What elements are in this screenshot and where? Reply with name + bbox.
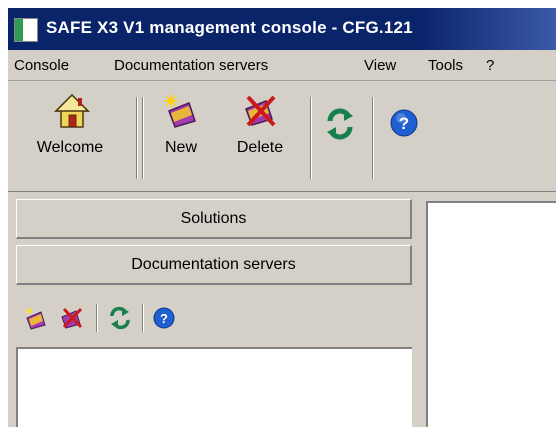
servers-list[interactable] <box>16 347 412 427</box>
navigation-panel: Solutions Documentation servers ? <box>8 193 418 427</box>
toolbar-separator <box>96 304 98 332</box>
main-toolbar: Welcome New Delete ? <box>8 81 556 192</box>
new-button[interactable]: New <box>152 91 210 167</box>
menu-view[interactable]: View <box>364 57 396 74</box>
panel-toolbar: ? <box>16 298 412 338</box>
new-book-icon[interactable] <box>24 306 48 330</box>
refresh-icon <box>326 107 354 141</box>
help-icon: ? <box>390 109 418 137</box>
help-icon[interactable]: ? <box>152 306 176 330</box>
app-icon <box>14 18 38 42</box>
toolbar-separator <box>136 97 138 179</box>
svg-text:?: ? <box>160 311 168 326</box>
title-bar[interactable]: SAFE X3 V1 management console - CFG.121 <box>8 8 556 50</box>
menu-tools[interactable]: Tools <box>428 57 463 74</box>
toolbar-separator <box>142 97 144 179</box>
toolbar-separator <box>372 97 374 179</box>
delete-label: Delete <box>236 139 284 156</box>
refresh-icon[interactable] <box>108 306 132 330</box>
menu-help[interactable]: ? <box>486 57 494 74</box>
new-label: New <box>164 139 197 156</box>
toolbar-separator <box>142 304 144 332</box>
delete-book-icon <box>242 93 278 129</box>
menu-bar: Console Documentation servers View Tools… <box>8 50 556 81</box>
documentation-servers-button[interactable]: Documentation servers <box>16 245 412 285</box>
menu-documentation-servers[interactable]: Documentation servers <box>114 57 268 74</box>
menu-console[interactable]: Console <box>14 57 69 74</box>
refresh-button[interactable] <box>320 91 360 167</box>
new-book-icon <box>163 93 199 129</box>
toolbar-separator <box>310 97 312 179</box>
delete-book-icon[interactable] <box>60 306 84 330</box>
solutions-button[interactable]: Solutions <box>16 199 412 239</box>
home-icon <box>54 93 90 129</box>
help-button[interactable]: ? <box>382 91 426 167</box>
welcome-button[interactable]: Welcome <box>18 91 122 167</box>
delete-button[interactable]: Delete <box>222 91 298 167</box>
svg-text:?: ? <box>399 114 409 133</box>
detail-pane[interactable] <box>426 201 556 427</box>
content-area: Solutions Documentation servers ? <box>8 193 556 427</box>
welcome-label: Welcome <box>36 139 104 156</box>
console-window: SAFE X3 V1 management console - CFG.121 … <box>8 8 556 427</box>
window-title: SAFE X3 V1 management console - CFG.121 <box>46 18 413 37</box>
